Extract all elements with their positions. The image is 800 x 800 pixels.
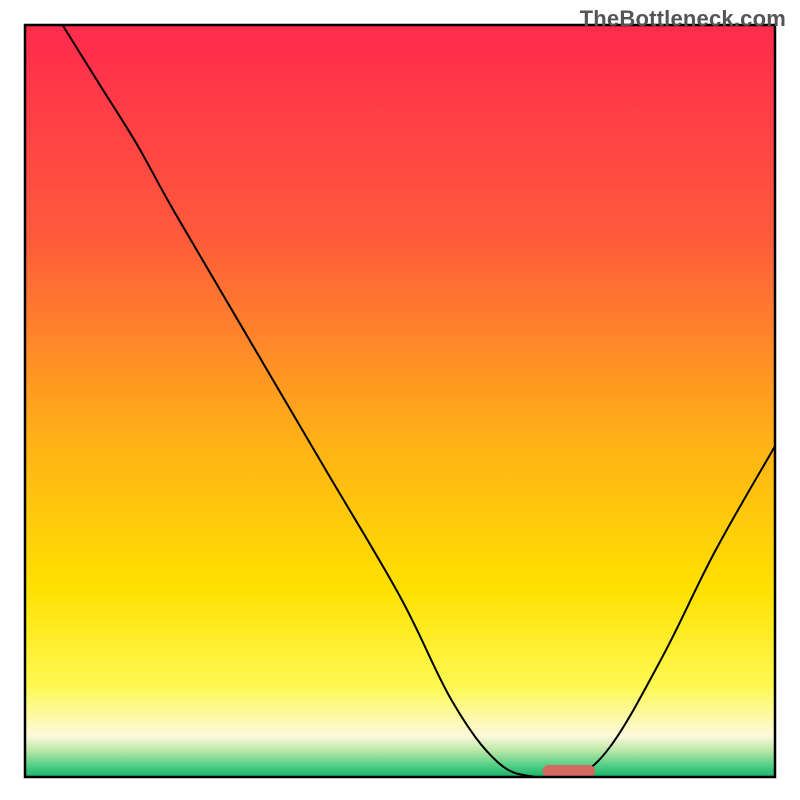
bottleneck-chart [0, 0, 800, 800]
plot-background [25, 25, 775, 777]
optimal-zone-marker [543, 765, 596, 777]
chart-container: TheBottleneck.com [0, 0, 800, 800]
